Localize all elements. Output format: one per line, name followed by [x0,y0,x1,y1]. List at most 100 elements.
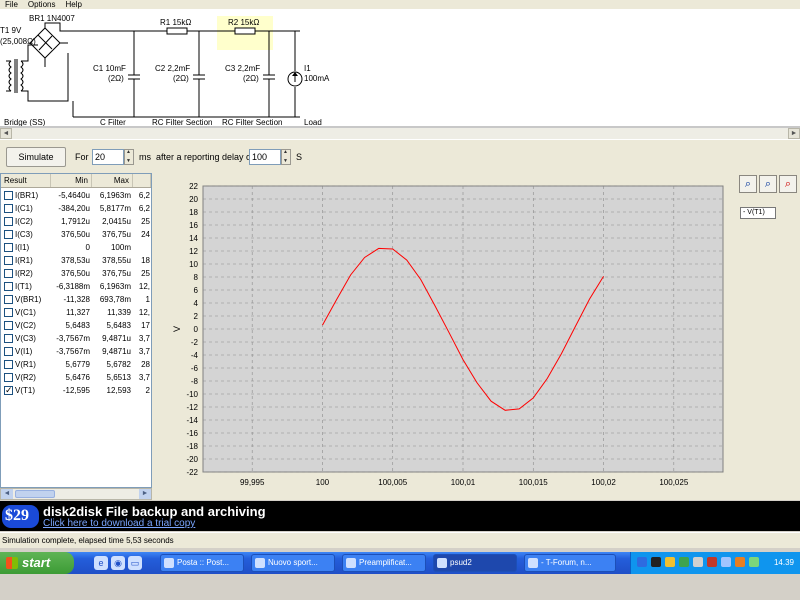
result-min: 376,50u [61,230,90,239]
y-tick-label: -12 [186,403,198,412]
result-name-cell: V(C3) [1,332,51,345]
menu-help[interactable]: Help [65,0,81,9]
tray-icon[interactable] [693,557,703,567]
schematic-hscrollbar[interactable]: ◄ ► [0,127,800,139]
desktop-quicklaunch-icon[interactable]: ▭ [128,556,142,570]
result-min: 5,6483 [65,321,90,330]
zoom-fit-icon[interactable]: ⌕ [739,175,757,193]
delay-spinner[interactable] [281,149,291,165]
tray-icon[interactable] [637,557,647,567]
result-min: -6,3188m [56,282,90,291]
result-checkbox[interactable] [4,191,13,200]
menu-options[interactable]: Options [28,0,56,9]
zoom-out-icon[interactable]: ⌕ [779,175,797,193]
col-max[interactable]: Max [92,174,133,187]
result-checkbox[interactable] [4,269,13,278]
scroll-right-icon[interactable]: ► [788,128,800,139]
col-result[interactable]: Result [1,174,51,187]
tray-icon[interactable] [735,557,745,567]
scroll-left-icon[interactable]: ◄ [0,128,12,139]
result-checkbox[interactable] [4,230,13,239]
result-max: 376,75u [102,269,131,278]
table-row[interactable]: V(C2) 5,6483 5,6483 17 [1,319,151,332]
table-row[interactable]: V(BR1) -11,328 693,78m 1 [1,293,151,306]
start-button[interactable]: start [0,552,74,574]
media-quicklaunch-icon[interactable]: ◉ [111,556,125,570]
table-row[interactable]: V(R2) 5,6476 5,6513 3,7 [1,371,151,384]
table-row[interactable]: I(R2) 376,50u 376,75u 25 [1,267,151,280]
ie-quicklaunch-icon[interactable]: e [94,556,108,570]
result-checkbox[interactable] [4,384,13,397]
schematic-canvas[interactable]: BR1 1N4007 T1 9V (25,008Ω) R1 15kΩ R2 15… [0,9,800,127]
table-row[interactable]: V(C3) -3,7567m 9,4871u 3,7 [1,332,151,345]
result-name: I(R2) [15,269,33,278]
task-preamplificat[interactable]: Preamplificat... [342,554,426,572]
result-min: -11,328 [63,295,90,304]
result-checkbox[interactable] [4,347,13,356]
scroll-right-icon[interactable]: ► [139,489,151,499]
task-t-forum[interactable]: - T-Forum, n... [524,554,616,572]
duration-input[interactable]: 20 [92,149,124,165]
table-row[interactable]: I(I1) 0 100m [1,241,151,254]
table-row[interactable]: V(C1) 11,327 11,339 12, [1,306,151,319]
menu-file[interactable]: File [5,0,18,9]
result-checkbox[interactable] [4,243,13,252]
result-checkbox[interactable] [4,321,13,330]
volume-icon[interactable] [721,557,731,567]
table-row[interactable]: V(R1) 5,6779 5,6782 28 [1,358,151,371]
tray-icon[interactable] [665,557,675,567]
result-checkbox[interactable] [4,217,13,226]
table-row[interactable]: I(BR1) -5,4640u 6,1963m 6,2 [1,189,151,202]
result-extra: 1 [145,295,150,304]
delay-input[interactable]: 100 [249,149,281,165]
task-psud2[interactable]: psud2 [433,554,517,572]
result-checkbox[interactable] [4,295,13,304]
zoom-in-icon[interactable]: ⌕ [759,175,777,193]
result-checkbox[interactable] [4,204,13,213]
ad-banner[interactable]: $29 disk2disk File backup and archiving … [0,501,800,531]
status-bar: Simulation complete, elapsed time 5,53 s… [0,532,800,548]
result-name-cell: V(I1) [1,345,51,358]
table-row[interactable]: I(C3) 376,50u 376,75u 24 [1,228,151,241]
y-tick-label: 18 [189,208,198,217]
tray-icon[interactable] [651,557,661,567]
scroll-left-icon[interactable]: ◄ [1,489,13,499]
table-row[interactable]: I(R1) 378,53u 378,55u 18 [1,254,151,267]
table-row[interactable]: I(C2) 1,7912u 2,0415u 25 [1,215,151,228]
col-min[interactable]: Min [51,174,92,187]
ad-download-link[interactable]: Click here to download a trial copy [43,518,195,529]
simulate-button[interactable]: Simulate [6,147,66,167]
network-icon[interactable] [749,557,759,567]
task-nuovo-sport[interactable]: Nuovo sport... [251,554,335,572]
tray-icon[interactable] [679,557,689,567]
result-checkbox[interactable] [4,334,13,343]
result-name-cell: I(C2) [1,215,51,228]
result-name-cell: I(BR1) [1,189,51,202]
result-checkbox[interactable] [4,360,13,369]
result-max: 6,1963m [99,282,131,291]
scroll-thumb[interactable] [15,490,55,498]
table-row[interactable]: V(I1) -3,7567m 9,4871u 3,7 [1,345,151,358]
table-row[interactable]: I(T1) -6,3188m 6,1963m 12, [1,280,151,293]
result-checkbox[interactable] [4,282,13,291]
tray-icon[interactable] [707,557,717,567]
result-name-cell: V(BR1) [1,293,51,306]
result-max: 5,6782 [106,360,131,369]
r2-label: R2 15kΩ [228,18,260,27]
table-row[interactable]: V(T1) -12,595 12,593 2 [1,384,151,397]
result-name: I(C3) [15,230,33,239]
y-tick-label: 12 [189,247,198,256]
result-checkbox[interactable] [4,308,13,317]
waveform-chart[interactable]: 2220181614121086420-2-4-6-8-10-12-14-16-… [152,173,800,500]
col-extra[interactable] [133,174,151,187]
y-tick-label: 10 [189,260,198,269]
y-tick-label: -16 [186,429,198,438]
task-posta[interactable]: Posta :: Post... [160,554,244,572]
duration-spinner[interactable] [124,149,134,165]
result-checkbox[interactable] [4,256,13,265]
results-hscrollbar[interactable]: ◄ ► [0,488,152,500]
table-row[interactable]: I(C1) -384,20u 5,8177m 6,2 [1,202,151,215]
y-tick-label: 2 [194,312,199,321]
result-checkbox[interactable] [4,373,13,382]
result-min: -384,20u [58,204,90,213]
